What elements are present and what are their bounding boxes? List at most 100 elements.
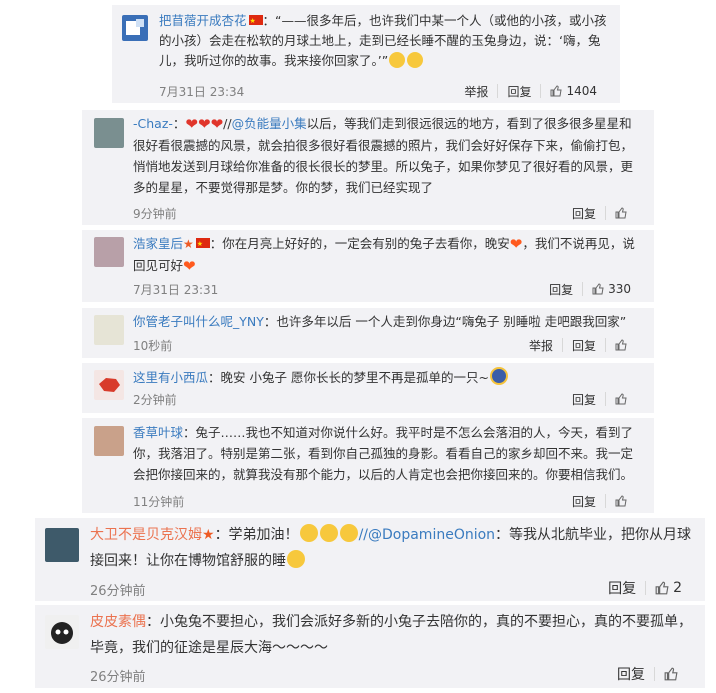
comment-actions: 举报 回复 1404 xyxy=(455,84,606,99)
avatar[interactable] xyxy=(94,315,124,345)
timestamp: 9分钟前 xyxy=(133,207,177,221)
red-flag-icon xyxy=(248,11,263,31)
avatar[interactable] xyxy=(94,426,124,456)
thumbs-up-icon xyxy=(615,207,627,219)
thumbs-up-icon xyxy=(615,495,627,507)
timestamp: 7月31日 23:34 xyxy=(159,85,245,99)
heart-emoji-icon: ❤ xyxy=(185,115,198,133)
reply-link[interactable]: 回复 xyxy=(563,392,605,407)
comment-body: 把苜蓿开成杏花：“——很多年后，也许我们中某一个人（或他的小孩，或小孩的小孩）会… xyxy=(159,11,611,71)
crying-emoji-icon xyxy=(389,52,406,68)
comment-card-5: 这里有小西瓜：晚安 小兔子 愿你长长的梦里不再是孤单的一只~ 2分钟前 回复 xyxy=(82,363,654,413)
thumbs-up-icon xyxy=(615,339,627,351)
username[interactable]: 大卫不是贝克汉姆 xyxy=(90,527,202,543)
comment-text: ：晚安 小兔子 愿你长长的梦里不再是孤单的一只~ xyxy=(208,370,489,385)
mention-link[interactable]: //@DopamineOnion xyxy=(359,527,495,543)
heart-emoji-icon: ❤ xyxy=(509,235,523,253)
reply-link[interactable]: 回复 xyxy=(497,84,540,99)
comment-body: 你管老子叫什么呢_YNY：也许多年以后 一个人走到你身边“嗨兔子 别睡啦 走吧跟… xyxy=(133,312,643,332)
reply-link[interactable]: 回复 xyxy=(540,282,582,297)
like-count: 1404 xyxy=(566,84,597,98)
sleepy-emoji-icon xyxy=(339,524,358,542)
comment-card-7: 大卫不是贝克汉姆★：学弟加油！//@DopamineOnion：等我从北航毕业，… xyxy=(35,518,705,601)
sleepy-emoji-icon xyxy=(299,524,318,542)
like-button[interactable]: 1404 xyxy=(540,84,606,98)
like-count: 2 xyxy=(673,580,682,596)
report-link[interactable]: 举报 xyxy=(455,84,497,99)
red-flag-icon xyxy=(195,234,210,255)
avatar-image-icon xyxy=(126,19,144,35)
comment-card-2: -Chaz-：❤❤❤//@负能量小集以后，等我们走到很远很远的地方，看到了很多很… xyxy=(82,110,654,225)
username[interactable]: 把苜蓿开成杏花 xyxy=(159,13,247,28)
heart-emoji-icon: ❤ xyxy=(210,115,224,133)
comment-body: 这里有小西瓜：晚安 小兔子 愿你长长的梦里不再是孤单的一只~ xyxy=(133,367,643,388)
timestamp: 26分钟前 xyxy=(90,670,146,685)
avatar[interactable] xyxy=(94,370,124,400)
reply-link[interactable]: 回复 xyxy=(608,667,654,683)
sleepy-emoji-icon xyxy=(287,550,305,568)
reply-link[interactable]: 回复 xyxy=(599,581,645,597)
comment-text: ：兔子……我也不知道对你说什么好。我平时是不怎么会落泪的人，今天，看到了你，我落… xyxy=(133,425,634,482)
comment-body: 大卫不是贝克汉姆★：学弟加油！//@DopamineOnion：等我从北航毕业，… xyxy=(90,522,695,574)
china-map-icon xyxy=(99,378,120,392)
comment-card-8: 皮皮素偶：小兔兔不要担心，我们会派好多新的小兔子去陪你的，真的不要担心，真的不要… xyxy=(35,605,705,688)
heart-emoji-icon: ❤ xyxy=(198,115,211,133)
timestamp: 26分钟前 xyxy=(90,584,146,599)
reply-link[interactable]: 回复 xyxy=(563,206,605,221)
comment-actions: 回复 xyxy=(608,667,691,683)
username[interactable]: 香草叶球 xyxy=(133,425,183,440)
comment-actions: 回复 xyxy=(563,392,640,407)
avatar[interactable] xyxy=(45,615,79,649)
thumbs-up-icon xyxy=(615,393,627,405)
avatar[interactable] xyxy=(122,15,148,41)
comment-actions: 回复 xyxy=(563,494,640,509)
username[interactable]: 浩家皇后 xyxy=(133,236,183,251)
comment-body: 香草叶球：兔子……我也不知道对你说什么好。我平时是不怎么会落泪的人，今天，看到了… xyxy=(133,422,643,485)
timestamp: 10秒前 xyxy=(133,339,173,353)
thumbs-up-icon xyxy=(664,667,678,681)
report-link[interactable]: 举报 xyxy=(520,338,562,353)
comment-actions: 回复 2 xyxy=(599,580,691,597)
timestamp: 2分钟前 xyxy=(133,393,177,407)
avatar[interactable] xyxy=(94,118,124,148)
thumbs-up-icon xyxy=(655,581,669,595)
like-count: 330 xyxy=(608,282,631,296)
like-button[interactable] xyxy=(605,206,640,220)
comment-body: 浩家皇后★：你在月亮上好好的，一定会有别的兔子去看你，晚安❤，我们不说再见，说回… xyxy=(133,233,643,277)
star-badge-icon: ★ xyxy=(202,527,215,543)
comment-card-1: 把苜蓿开成杏花：“——很多年后，也许我们中某一个人（或他的小孩，或小孩的小孩）会… xyxy=(112,5,620,103)
timestamp: 11分钟前 xyxy=(133,495,185,509)
timestamp: 7月31日 23:31 xyxy=(133,283,219,297)
comment-body: -Chaz-：❤❤❤//@负能量小集以后，等我们走到很远很远的地方，看到了很多很… xyxy=(133,115,634,195)
thumbs-up-icon xyxy=(592,283,604,295)
username[interactable]: 这里有小西瓜 xyxy=(133,370,208,385)
mention-link[interactable]: @负能量小集 xyxy=(232,116,307,131)
comment-text: ：也许多年以后 一个人走到你身边“嗨兔子 别睡啦 走吧跟我回家” xyxy=(263,314,627,329)
like-button[interactable]: 2 xyxy=(645,580,691,596)
like-button[interactable]: 330 xyxy=(582,282,640,296)
sleepy-emoji-icon xyxy=(319,524,338,542)
comment-card-4: 你管老子叫什么呢_YNY：也许多年以后 一个人走到你身边“嗨兔子 别睡啦 走吧跟… xyxy=(82,308,654,358)
like-button[interactable] xyxy=(605,494,640,508)
username[interactable]: 皮皮素偶 xyxy=(90,614,146,630)
like-button[interactable] xyxy=(605,338,640,352)
avatar[interactable] xyxy=(94,237,124,267)
comment-actions: 回复 xyxy=(563,206,640,221)
comment-body: 皮皮素偶：小兔兔不要担心，我们会派好多新的小兔子去陪你的，真的不要担心，真的不要… xyxy=(90,609,695,661)
like-button[interactable] xyxy=(654,667,691,681)
reply-link[interactable]: 回复 xyxy=(563,494,605,509)
username[interactable]: -Chaz- xyxy=(133,116,173,131)
reply-link[interactable]: 回复 xyxy=(561,338,605,353)
username[interactable]: 你管老子叫什么呢_YNY xyxy=(133,314,264,329)
thumbs-up-icon xyxy=(550,85,563,97)
comment-card-3: 浩家皇后★：你在月亮上好好的，一定会有别的兔子去看你，晚安❤，我们不说再见，说回… xyxy=(82,230,654,302)
like-button[interactable] xyxy=(605,392,640,406)
comment-card-6: 香草叶球：兔子……我也不知道对你说什么好。我平时是不怎么会落泪的人，今天，看到了… xyxy=(82,418,654,513)
comment-text: ：学弟加油！ xyxy=(214,527,299,543)
cartoon-face-icon xyxy=(51,622,73,644)
comment-text: ：小兔兔不要担心，我们会派好多新的小兔子去陪你的，真的不要担心，真的不要孤单，毕… xyxy=(90,614,692,656)
comment-actions: 回复 330 xyxy=(540,282,640,297)
avatar[interactable] xyxy=(45,528,79,562)
moon-emoji-icon xyxy=(489,367,508,385)
heart-emoji-icon: ❤ xyxy=(183,257,196,275)
